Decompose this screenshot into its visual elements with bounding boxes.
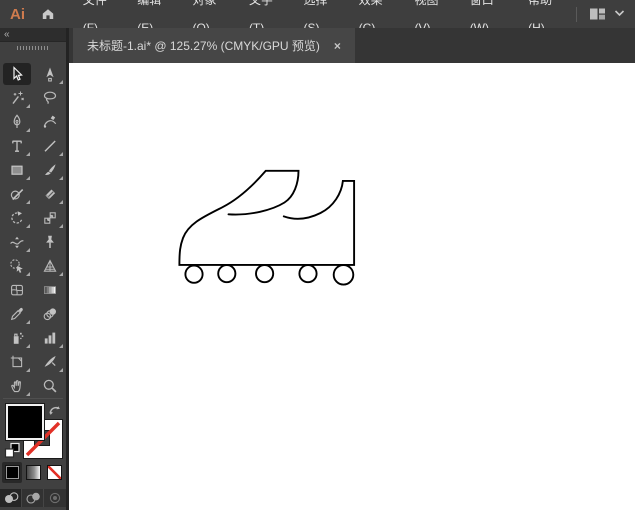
tab-close-icon[interactable]: × [334, 39, 341, 53]
chevron-down-icon[interactable] [614, 5, 625, 23]
skate-wheel-circle[interactable] [332, 264, 355, 286]
menubar-separator [576, 6, 577, 22]
tools-panel-header: « [0, 28, 66, 42]
flyout-indicator [25, 392, 30, 396]
hand-tool[interactable] [3, 375, 31, 397]
type-tool[interactable] [3, 135, 31, 157]
flyout-indicator [25, 200, 30, 204]
perspective-grid-tool[interactable] [36, 255, 64, 277]
draw-inside-button[interactable] [44, 489, 66, 507]
shape-builder-tool[interactable] [3, 255, 31, 277]
skate-wheel-circle[interactable] [255, 264, 275, 284]
color-type-buttons [2, 462, 65, 483]
panel-drag-handle[interactable] [17, 46, 49, 50]
flyout-indicator [25, 128, 30, 132]
collapse-panel-icon[interactable]: « [4, 29, 9, 40]
flyout-indicator [25, 320, 30, 324]
eraser-tool[interactable] [36, 183, 64, 205]
paintbrush-tool[interactable] [36, 159, 64, 181]
skate-wheel-circle[interactable] [298, 264, 318, 284]
lasso-tool[interactable] [36, 87, 64, 109]
draw-normal-button[interactable] [0, 489, 22, 507]
magic-wand-tool[interactable] [3, 87, 31, 109]
flyout-indicator [58, 368, 63, 372]
drawing-mode-bar [0, 489, 66, 507]
gradient-button[interactable] [23, 462, 43, 483]
rotate-tool[interactable] [3, 207, 31, 229]
document-tab[interactable]: 未标题-1.ai* @ 125.27% (CMYK/GPU 预览) × [73, 28, 355, 63]
direct-selection-tool[interactable] [36, 63, 64, 85]
draw-behind-button[interactable] [22, 489, 44, 507]
slice-tool[interactable] [36, 351, 64, 373]
none-swatch [47, 466, 61, 479]
workspace-switcher-icon[interactable] [589, 6, 606, 22]
flyout-indicator [25, 152, 30, 156]
menu-bar: Ai 文件(F)编辑(E)对象(O)文字(T)选择(S)效果(C)视图(V)窗口… [0, 0, 635, 35]
puppet-warp-tool[interactable] [36, 231, 64, 253]
skate-wheel-circle[interactable] [184, 264, 204, 284]
column-graph-tool[interactable] [36, 327, 64, 349]
color-button[interactable] [2, 462, 22, 483]
flyout-indicator [25, 368, 30, 372]
flyout-indicator [58, 176, 63, 180]
flyout-indicator [58, 224, 63, 228]
artboard-tool[interactable] [3, 351, 31, 373]
home-icon[interactable] [39, 5, 57, 23]
none-button[interactable] [44, 462, 64, 483]
curvature-tool[interactable] [36, 111, 64, 133]
blend-tool[interactable] [36, 303, 64, 325]
gradient-tool[interactable] [36, 279, 64, 301]
default-fill-stroke-icon[interactable] [4, 442, 21, 459]
flyout-indicator [25, 344, 30, 348]
artwork-roller-skate[interactable] [69, 63, 635, 510]
artboard-canvas[interactable] [69, 63, 635, 510]
fill-swatch-black[interactable] [6, 404, 44, 440]
pen-tool[interactable] [3, 111, 31, 133]
flyout-indicator [25, 104, 30, 108]
symbol-sprayer-tool[interactable] [3, 327, 31, 349]
mesh-tool[interactable] [3, 279, 31, 301]
color-swatch [5, 466, 19, 479]
tools-panel: « [0, 28, 66, 510]
toolbar-divider [3, 398, 63, 399]
rectangle-tool[interactable] [3, 159, 31, 181]
skate-wheel-circle[interactable] [217, 264, 237, 284]
eyedropper-tool[interactable] [3, 303, 31, 325]
scale-tool[interactable] [36, 207, 64, 229]
shaper-pencil-tool[interactable] [3, 183, 31, 205]
ai-logo: Ai [10, 5, 25, 23]
document-tab-bar: 未标题-1.ai* @ 125.27% (CMYK/GPU 预览) × [69, 28, 635, 63]
selection-tool[interactable] [2, 63, 31, 85]
flyout-indicator [58, 80, 63, 84]
gradient-swatch [26, 466, 40, 479]
illustrator-window: Ai 文件(F)编辑(E)对象(O)文字(T)选择(S)效果(C)视图(V)窗口… [0, 0, 635, 510]
flyout-indicator [25, 176, 30, 180]
flyout-indicator [25, 272, 30, 276]
zoom-tool[interactable] [36, 375, 64, 397]
flyout-indicator [58, 200, 63, 204]
flyout-indicator [58, 344, 63, 348]
skate-body-path[interactable] [178, 169, 356, 266]
menubar-right [576, 5, 635, 23]
flyout-indicator [58, 272, 63, 276]
swap-fill-stroke-icon[interactable] [47, 402, 63, 418]
flyout-indicator [25, 248, 30, 252]
width-tool[interactable] [3, 231, 31, 253]
line-segment-tool[interactable] [36, 135, 64, 157]
tools-grid [0, 62, 66, 398]
flyout-indicator [25, 224, 30, 228]
document-tab-title: 未标题-1.ai* @ 125.27% (CMYK/GPU 预览) [87, 39, 320, 53]
flyout-indicator [58, 152, 63, 156]
